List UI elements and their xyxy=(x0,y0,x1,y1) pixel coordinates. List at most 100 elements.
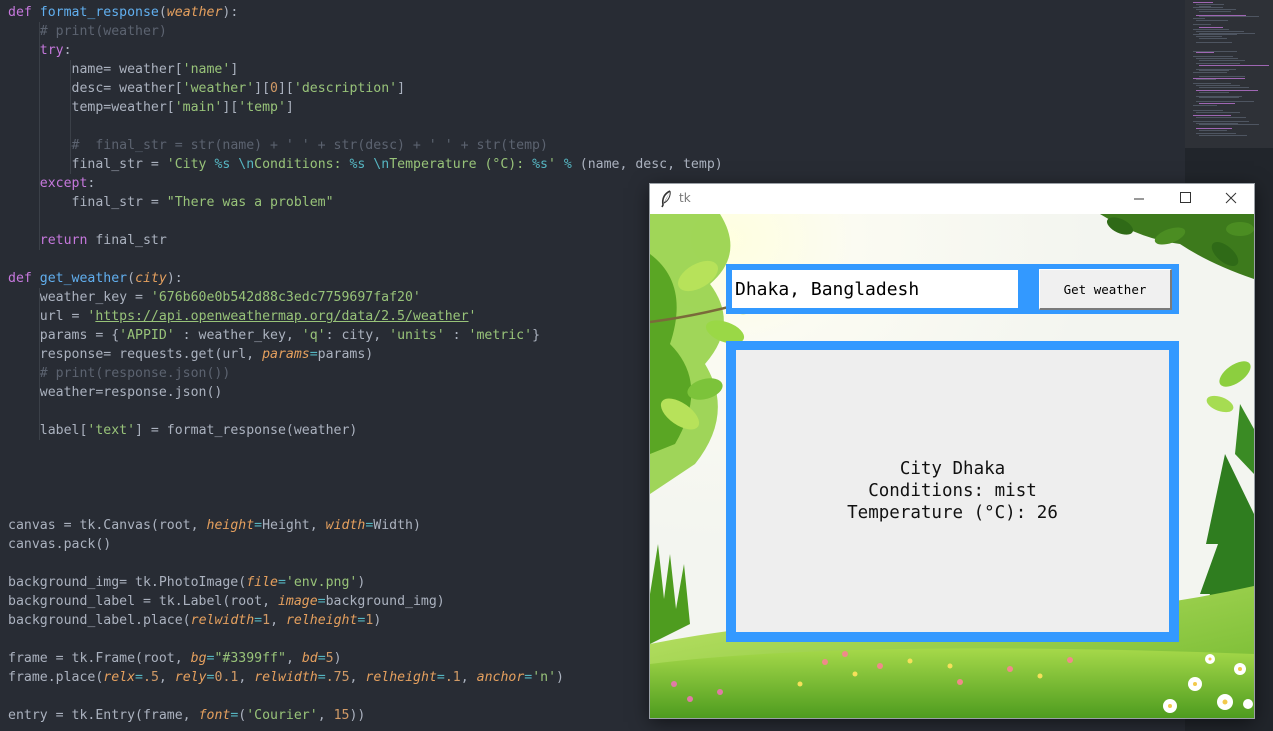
code-token: 'q' xyxy=(301,328,326,343)
code-line[interactable]: temp=weather['main']['temp'] xyxy=(8,98,294,117)
get-weather-button[interactable]: Get weather xyxy=(1039,269,1172,310)
code-token: .1 xyxy=(444,670,461,685)
code-line[interactable]: response= requests.get(url, params=param… xyxy=(8,345,374,364)
code-line[interactable]: return final_str xyxy=(8,231,167,250)
code-token: name= weather[ xyxy=(8,62,183,77)
code-token: ) xyxy=(357,575,366,590)
code-line[interactable]: weather=response.json() xyxy=(8,383,223,402)
code-token: Conditions: xyxy=(254,157,350,172)
code-token: = xyxy=(317,594,326,609)
code-line[interactable]: label['text'] = format_response(weather) xyxy=(8,421,358,440)
code-line[interactable]: background_label = tk.Label(root, image=… xyxy=(8,592,445,611)
code-token: "#3399ff" xyxy=(214,651,286,666)
code-token: params = { xyxy=(8,328,120,343)
close-button[interactable] xyxy=(1208,184,1254,214)
code-line[interactable]: params = {'APPID' : weather_key, 'q': ci… xyxy=(8,326,540,345)
code-token: background_img= tk.PhotoImage( xyxy=(8,575,247,590)
code-token: height xyxy=(206,518,255,533)
code-token: ][ xyxy=(222,100,239,115)
feather-icon xyxy=(661,190,671,208)
code-token: get_weather xyxy=(39,271,128,286)
code-token: , xyxy=(460,670,477,685)
result-line-conditions: Conditions: mist xyxy=(868,481,1037,501)
minimap-line xyxy=(1196,79,1216,81)
code-line[interactable]: frame.place(relx=.5, rely=0.1, relwidth=… xyxy=(8,668,564,687)
window-title: tk xyxy=(679,191,691,205)
tk-window: tk Dhaka, Bangladesh Get weather City Dh… xyxy=(650,184,1254,718)
code-token: : city, xyxy=(325,328,390,343)
minimap-line xyxy=(1199,38,1227,39)
code-line[interactable]: name= weather['name'] xyxy=(8,60,239,79)
indent-guide xyxy=(39,288,40,440)
code-line[interactable]: desc= weather['weather'][0]['description… xyxy=(8,79,406,98)
code-token: .75 xyxy=(325,670,350,685)
code-token: Width) xyxy=(373,518,421,533)
code-token: # print(response.json()) xyxy=(39,366,231,381)
code-line[interactable]: background_img= tk.PhotoImage(file='env.… xyxy=(8,573,365,592)
code-token: : xyxy=(444,328,469,343)
code-token: https://api.openweathermap.org/data/2.5/… xyxy=(95,309,469,324)
code-token: 'main' xyxy=(174,100,223,115)
code-token: , xyxy=(317,708,334,723)
code-token: 'n' xyxy=(532,670,557,685)
code-line[interactable]: weather_key = '676b60e0b542d88c3edc77596… xyxy=(8,288,421,307)
code-token: canvas = tk.Canvas(root, xyxy=(8,518,207,533)
minimap-line xyxy=(1193,23,1211,25)
minimap-line xyxy=(1196,41,1232,43)
code-line[interactable]: canvas = tk.Canvas(root, height=Height, … xyxy=(8,516,421,535)
code-token: 'units' xyxy=(389,328,445,343)
minimap-line xyxy=(1196,52,1214,54)
maximize-button[interactable] xyxy=(1162,184,1208,214)
code-token: relheight xyxy=(285,613,358,628)
code-token: '676b60e0b542d88c3edc7759697faf20' xyxy=(150,290,421,305)
code-line[interactable]: # print(response.json()) xyxy=(8,364,231,383)
code-token: 'metric' xyxy=(468,328,533,343)
code-line[interactable]: canvas.pack() xyxy=(8,535,111,554)
code-token: 0 xyxy=(270,81,278,96)
code-token: 'Courier' xyxy=(246,708,318,723)
code-line[interactable]: def get_weather(city): xyxy=(8,269,183,288)
title-bar[interactable]: tk xyxy=(650,184,1254,214)
minimap-viewport[interactable] xyxy=(1185,0,1273,148)
minimap-line xyxy=(1199,97,1239,99)
code-token: , xyxy=(158,670,175,685)
code-line[interactable]: # print(weather) xyxy=(8,22,167,41)
code-token: } xyxy=(532,328,541,343)
window-client-area: Get weather City Dhaka Conditions: mist … xyxy=(650,214,1254,718)
minimap-line xyxy=(1199,129,1227,131)
code-token: (name, desc, temp) xyxy=(579,157,723,172)
code-token: bd xyxy=(301,651,318,666)
code-token: 'APPID' xyxy=(119,328,175,343)
city-input[interactable] xyxy=(732,270,1018,308)
code-token: , xyxy=(238,670,255,685)
code-line[interactable]: def format_response(weather): xyxy=(8,3,238,22)
code-line[interactable]: frame = tk.Frame(root, bg="#3399ff", bd=… xyxy=(8,649,342,668)
code-token: relwidth xyxy=(190,613,255,628)
code-token: 'env.png' xyxy=(285,575,358,590)
code-token: def xyxy=(8,5,40,20)
minimize-button[interactable] xyxy=(1116,184,1162,214)
code-token: canvas.pack() xyxy=(8,537,112,552)
code-token: weather xyxy=(166,5,223,20)
code-line[interactable]: url = 'https://api.openweathermap.org/da… xyxy=(8,307,477,326)
code-line[interactable]: except: xyxy=(8,174,96,193)
code-token: = xyxy=(135,670,143,685)
code-token: background_img) xyxy=(325,594,445,609)
code-token: 1 xyxy=(262,613,271,628)
code-line[interactable]: background_label.place(relwidth=1, relhe… xyxy=(8,611,381,630)
minimap-line xyxy=(1199,59,1245,61)
code-line[interactable]: final_str = "There was a problem" xyxy=(8,193,334,212)
code-token: 15 xyxy=(333,708,350,723)
code-line[interactable]: final_str = 'City %s \nConditions: %s \n… xyxy=(8,155,723,174)
code-token: = xyxy=(254,613,263,628)
code-token: \n xyxy=(373,157,390,172)
minimap-line xyxy=(1199,135,1247,137)
code-token: relheight xyxy=(365,670,437,685)
code-line[interactable]: entry = tk.Entry(frame, font=('Courier',… xyxy=(8,706,365,725)
code-line[interactable]: # final_str = str(name) + ' ' + str(desc… xyxy=(8,136,548,155)
code-token: : weather_key, xyxy=(174,328,302,343)
maximize-icon xyxy=(1180,192,1191,203)
result-frame: City Dhaka Conditions: mist Temperature … xyxy=(726,341,1179,642)
minimap-line xyxy=(1199,86,1249,88)
